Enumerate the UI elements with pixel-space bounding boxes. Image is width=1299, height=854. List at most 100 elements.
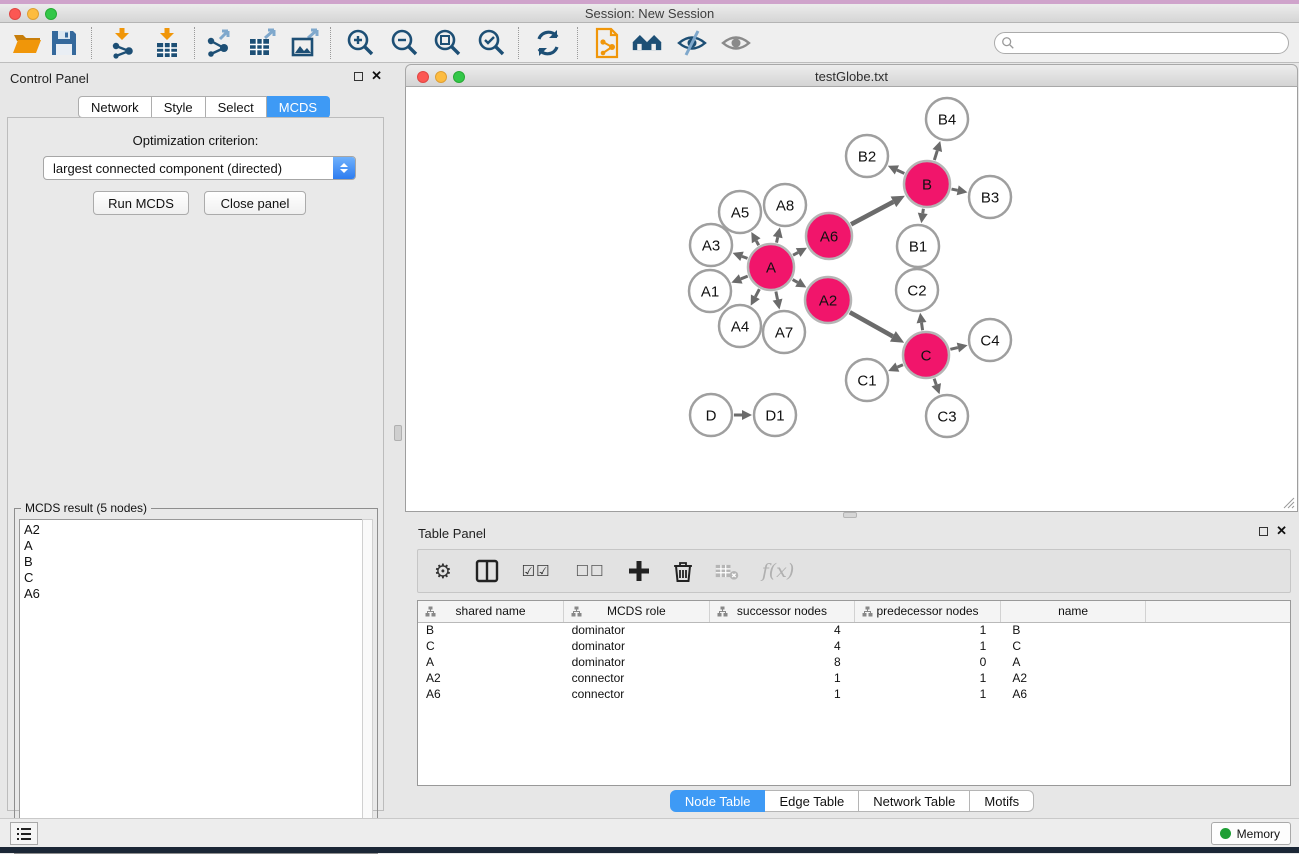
close-table-panel-icon[interactable]: ✕: [1276, 526, 1287, 536]
table-row[interactable]: Adominator80A: [418, 654, 1291, 670]
table-row[interactable]: Bdominator41B: [418, 622, 1291, 638]
deselect-all-icon[interactable]: ☐☐: [572, 558, 608, 584]
column-header-predecessor-nodes[interactable]: predecessor nodes: [855, 601, 1001, 622]
close-panel-icon[interactable]: ✕: [371, 71, 382, 81]
network-window-titlebar[interactable]: testGlobe.txt: [405, 64, 1298, 87]
tab-mcds[interactable]: MCDS: [267, 96, 330, 118]
tab-motifs[interactable]: Motifs: [970, 790, 1034, 812]
search-input[interactable]: [1015, 34, 1288, 52]
tab-edge-table[interactable]: Edge Table: [765, 790, 859, 812]
edge-A-A2[interactable]: [793, 278, 807, 287]
tab-style[interactable]: Style: [152, 96, 206, 118]
edge-A-A4[interactable]: [751, 289, 760, 306]
table-row[interactable]: A2connector11A2: [418, 670, 1291, 686]
vertical-splitter-grip[interactable]: [394, 425, 402, 441]
table-row[interactable]: A6connector11A6: [418, 686, 1291, 702]
node-A6[interactable]: A6: [806, 213, 852, 259]
zoom-in-icon[interactable]: [345, 27, 377, 59]
edge-C-C1[interactable]: [888, 363, 903, 372]
node-B2[interactable]: B2: [846, 135, 888, 177]
node-D[interactable]: D: [690, 394, 732, 436]
run-mcds-button[interactable]: Run MCDS: [93, 191, 189, 215]
column-header-name[interactable]: name: [1000, 601, 1146, 622]
import-table-icon[interactable]: [151, 27, 183, 59]
float-panel-icon[interactable]: [354, 72, 363, 81]
edge-B-B1[interactable]: [918, 209, 928, 223]
edge-B-B2[interactable]: [888, 165, 905, 174]
open-file-icon[interactable]: [11, 27, 43, 59]
edge-A-A7[interactable]: [773, 292, 783, 310]
edge-A2-C[interactable]: [850, 312, 904, 343]
add-column-icon[interactable]: [626, 558, 652, 584]
node-D1[interactable]: D1: [754, 394, 796, 436]
edge-A6-B[interactable]: [851, 196, 905, 225]
node-A7[interactable]: A7: [763, 311, 805, 353]
mcds-list-scrollbar[interactable]: [362, 519, 373, 849]
tab-node-table[interactable]: Node Table: [670, 790, 766, 812]
task-history-button[interactable]: [10, 822, 38, 845]
edge-B-B4[interactable]: [933, 141, 943, 160]
zoom-fit-icon[interactable]: [432, 27, 464, 59]
tab-select[interactable]: Select: [206, 96, 267, 118]
node-A[interactable]: A: [748, 244, 794, 290]
node-C[interactable]: C: [903, 332, 949, 378]
edge-A-A5[interactable]: [751, 232, 760, 245]
tab-network[interactable]: Network: [78, 96, 152, 118]
window-resize-grip[interactable]: [1282, 496, 1295, 509]
column-header-mcds-role[interactable]: MCDS role: [564, 601, 710, 622]
edge-C-C2[interactable]: [917, 313, 927, 330]
edge-D-D1[interactable]: [734, 410, 752, 420]
export-network-icon[interactable]: [203, 27, 235, 59]
function-builder-icon[interactable]: f(x): [758, 558, 798, 584]
save-session-icon[interactable]: [48, 27, 80, 59]
optimization-criterion-select[interactable]: largest connected component (directed): [43, 156, 356, 180]
mcds-result-item[interactable]: C: [24, 570, 362, 586]
select-all-icon[interactable]: ☑☑: [518, 558, 554, 584]
network-graph[interactable]: B4B2BB3B1A5A8A6A3AA1A2C2A4A7CC4C1C3DD1: [406, 87, 1297, 510]
hide-details-eye-icon[interactable]: [676, 27, 708, 59]
tab-network-table[interactable]: Network Table: [859, 790, 970, 812]
node-A2[interactable]: A2: [805, 277, 851, 323]
node-A1[interactable]: A1: [689, 270, 731, 312]
destroy-table-icon[interactable]: [714, 558, 740, 584]
node-A8[interactable]: A8: [764, 184, 806, 226]
node-B4[interactable]: B4: [926, 98, 968, 140]
horizontal-splitter-grip[interactable]: [843, 512, 857, 518]
node-C3[interactable]: C3: [926, 395, 968, 437]
node-B3[interactable]: B3: [969, 176, 1011, 218]
float-table-panel-icon[interactable]: [1259, 527, 1268, 536]
import-network-icon[interactable]: [106, 27, 138, 59]
node-C4[interactable]: C4: [969, 319, 1011, 361]
edge-A-A8[interactable]: [773, 227, 783, 242]
mcds-result-item[interactable]: B: [24, 554, 362, 570]
export-image-icon[interactable]: [289, 27, 321, 59]
node-A5[interactable]: A5: [719, 191, 761, 233]
node-A4[interactable]: A4: [719, 305, 761, 347]
delete-column-icon[interactable]: [670, 558, 696, 584]
edge-C-C4[interactable]: [950, 343, 967, 353]
column-header-shared-name[interactable]: shared name: [418, 601, 564, 622]
close-panel-button[interactable]: Close panel: [204, 191, 306, 215]
edge-C-C3[interactable]: [932, 379, 941, 395]
node-B[interactable]: B: [904, 161, 950, 207]
search-field[interactable]: [994, 32, 1289, 54]
network-canvas[interactable]: B4B2BB3B1A5A8A6A3AA1A2C2A4A7CC4C1C3DD1: [405, 87, 1298, 512]
mcds-result-item[interactable]: A: [24, 538, 362, 554]
refresh-icon[interactable]: [532, 27, 564, 59]
edge-B-B3[interactable]: [951, 185, 967, 195]
show-eye-icon[interactable]: [720, 27, 752, 59]
mcds-result-list[interactable]: A2ABCA6: [19, 519, 363, 849]
column-layout-icon[interactable]: [474, 558, 500, 584]
export-table-icon[interactable]: [246, 27, 278, 59]
node-C2[interactable]: C2: [896, 269, 938, 311]
home-icon[interactable]: [631, 27, 663, 59]
edge-A-A1[interactable]: [731, 274, 747, 283]
table-row[interactable]: Cdominator41C: [418, 638, 1291, 654]
node-C1[interactable]: C1: [846, 359, 888, 401]
zoom-selected-icon[interactable]: [476, 27, 508, 59]
edge-A-A3[interactable]: [733, 252, 748, 261]
mcds-result-item[interactable]: A2: [24, 522, 362, 538]
mcds-result-item[interactable]: A6: [24, 586, 362, 602]
edge-A-A6[interactable]: [793, 248, 807, 257]
zoom-out-icon[interactable]: [389, 27, 421, 59]
